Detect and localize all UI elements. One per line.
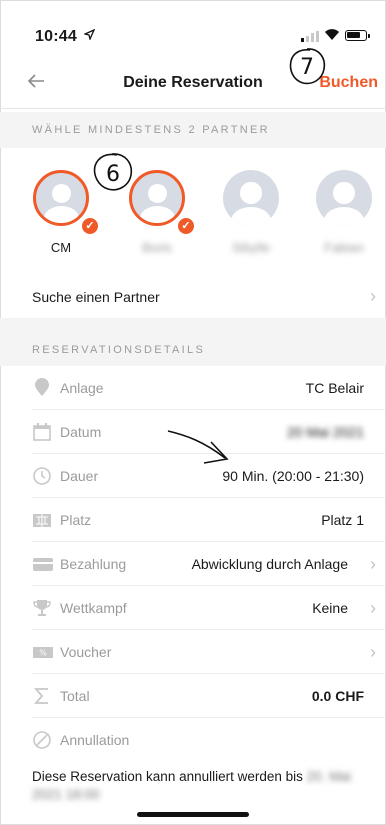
annotation-6: 6 xyxy=(93,153,133,191)
cancellation-note: Diese Reservation kann annulliert werden… xyxy=(32,769,351,802)
partner-avatar-4[interactable] xyxy=(316,170,372,226)
card-icon xyxy=(32,554,53,574)
home-indicator[interactable] xyxy=(137,812,249,817)
chevron-right-icon: › xyxy=(370,598,376,618)
partner-avatar-1[interactable] xyxy=(33,170,89,226)
battery-icon xyxy=(345,30,370,41)
partner-name-2: Boris xyxy=(142,240,172,255)
chevron-right-icon: › xyxy=(370,286,376,306)
wifi-icon xyxy=(324,27,340,41)
svg-text:7: 7 xyxy=(300,55,314,80)
svg-text:%: % xyxy=(39,649,47,658)
search-partner-row[interactable]: Suche einen Partner › xyxy=(0,274,386,318)
check-icon: ✓ xyxy=(82,218,98,234)
sigma-icon xyxy=(32,686,52,706)
signal-icon xyxy=(301,31,319,42)
chevron-right-icon: › xyxy=(370,554,376,574)
status-time: 10:44 xyxy=(35,28,77,45)
trophy-icon xyxy=(32,598,52,618)
voucher-icon: % xyxy=(32,642,53,662)
partners-section-header: WÄHLE MINDESTENS 2 PARTNER xyxy=(0,112,386,148)
detail-row-bezahlung[interactable]: Bezahlung Abwicklung durch Anlage › xyxy=(0,542,386,586)
detail-row-platz: Platz Platz 1 xyxy=(0,498,386,542)
detail-row-total: Total 0.0 CHF xyxy=(0,674,386,718)
book-button[interactable]: Buchen xyxy=(319,74,378,92)
detail-row-anlage: Anlage TC Belair xyxy=(0,366,386,410)
detail-row-annullation: Annullation xyxy=(0,718,386,762)
search-partner-label: Suche einen Partner xyxy=(32,289,160,305)
partner-name-3: Sibylle xyxy=(231,240,271,255)
partner-name-4: Fabian xyxy=(324,240,364,255)
annotation-arrow xyxy=(167,430,229,464)
nav-bar: Deine Reservation Buchen xyxy=(0,62,386,109)
check-icon: ✓ xyxy=(178,218,194,234)
location-pin-icon xyxy=(32,378,52,398)
svg-text:6: 6 xyxy=(106,162,120,187)
clock-icon xyxy=(32,466,52,486)
status-bar: 10:44 xyxy=(0,0,386,62)
partner-list[interactable]: ✓ CM ✓ Boris Sibylle Fabian xyxy=(0,160,386,274)
cancel-icon xyxy=(32,730,52,750)
partner-avatar-2[interactable] xyxy=(129,170,185,226)
details-section-header: RESERVATIONSDETAILS xyxy=(0,318,386,366)
calendar-icon xyxy=(32,422,52,442)
detail-row-wettkampf[interactable]: Wettkampf Keine › xyxy=(0,586,386,630)
annotation-7: 7 xyxy=(289,48,326,85)
partner-avatar-3[interactable] xyxy=(223,170,279,226)
chevron-right-icon: › xyxy=(370,642,376,662)
detail-row-voucher[interactable]: % Voucher › xyxy=(0,630,386,674)
partner-name-1: CM xyxy=(50,240,72,255)
court-icon xyxy=(32,510,52,530)
location-arrow-icon xyxy=(83,28,96,43)
